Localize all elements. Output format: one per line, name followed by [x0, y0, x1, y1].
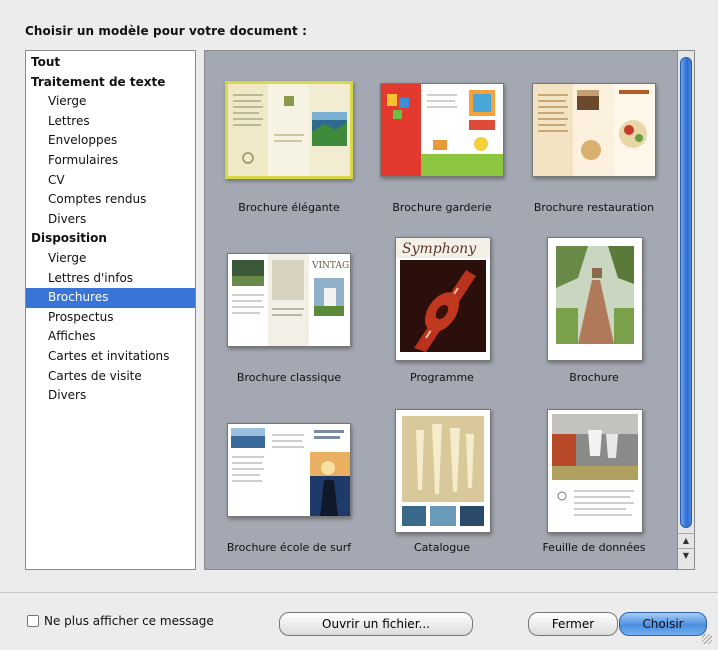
brochure-preview	[548, 238, 642, 360]
sidebar-item-disposition-divers[interactable]: Divers	[26, 386, 195, 406]
sidebar-item-cartes-et-invitations[interactable]: Cartes et invitations	[26, 347, 195, 367]
template-label-feuille-de-donnees[interactable]: Feuille de données	[514, 541, 674, 554]
sidebar-item-lettres[interactable]: Lettres	[26, 112, 195, 132]
sidebar-item-comptes-rendus[interactable]: Comptes rendus	[26, 190, 195, 210]
template-label-brochure-garderie[interactable]: Brochure garderie	[362, 201, 522, 214]
template-label-brochure-elegante[interactable]: Brochure élégante	[209, 201, 369, 214]
template-gallery: Brochure élégante Brochure garderie Broc…	[204, 50, 677, 570]
template-thumb-brochure-restauration[interactable]	[532, 83, 656, 177]
sidebar-item-disposition-vierge[interactable]: Vierge	[26, 249, 195, 269]
choose-button[interactable]: Choisir	[619, 612, 707, 636]
feuille-de-donnees-preview	[548, 410, 642, 532]
brochure-ecole-de-surf-preview	[228, 424, 350, 516]
open-file-button[interactable]: Ouvrir un fichier...	[279, 612, 473, 636]
brochure-elegante-preview	[228, 84, 350, 176]
scrollbar-thumb[interactable]	[680, 57, 692, 528]
vintage-thumb-text: VINTAGE	[311, 261, 350, 271]
brochure-restauration-preview	[533, 84, 655, 176]
template-thumb-brochure-garderie[interactable]	[380, 83, 504, 177]
sidebar-item-cartes-de-visite[interactable]: Cartes de visite	[26, 367, 195, 387]
brochure-garderie-preview	[381, 84, 503, 176]
resize-grip-icon[interactable]	[702, 634, 712, 644]
scroll-up-arrow-icon[interactable]: ▲	[678, 533, 694, 548]
sidebar-item-prospectus[interactable]: Prospectus	[26, 308, 195, 328]
sidebar-item-tout[interactable]: Tout	[26, 53, 195, 73]
template-label-brochure[interactable]: Brochure	[514, 371, 674, 384]
template-label-brochure-classique[interactable]: Brochure classique	[209, 371, 369, 384]
dont-show-again-checkbox[interactable]	[27, 615, 39, 627]
close-button[interactable]: Fermer	[528, 612, 618, 636]
sidebar-item-divers[interactable]: Divers	[26, 210, 195, 230]
sidebar-item-traitement-de-texte[interactable]: Traitement de texte	[26, 73, 195, 93]
sidebar-item-lettres-d-infos[interactable]: Lettres d'infos	[26, 269, 195, 289]
template-thumb-brochure-ecole-de-surf[interactable]	[227, 423, 351, 517]
template-label-brochure-restauration[interactable]: Brochure restauration	[514, 201, 674, 214]
dialog-title: Choisir un modèle pour votre document :	[25, 24, 308, 38]
catalogue-preview	[396, 410, 490, 532]
programme-thumb-text: Symphony	[402, 241, 477, 257]
programme-preview: Symphony	[396, 238, 490, 360]
sidebar-item-cv[interactable]: CV	[26, 171, 195, 191]
category-sidebar: Tout Traitement de texte Vierge Lettres …	[25, 50, 196, 570]
brochure-classique-preview: VINTAGE	[228, 254, 350, 346]
template-thumb-programme[interactable]: Symphony	[395, 237, 491, 361]
scroll-down-arrow-icon[interactable]: ▼	[678, 548, 694, 563]
sidebar-item-brochures[interactable]: Brochures	[26, 288, 195, 308]
sidebar-item-affiches[interactable]: Affiches	[26, 327, 195, 347]
sidebar-item-enveloppes[interactable]: Enveloppes	[26, 131, 195, 151]
gallery-scrollbar[interactable]: ▲ ▼	[677, 50, 695, 570]
template-label-brochure-ecole-de-surf[interactable]: Brochure école de surf	[209, 541, 369, 554]
sidebar-item-vierge[interactable]: Vierge	[26, 92, 195, 112]
dont-show-again-option[interactable]: Ne plus afficher ce message	[27, 614, 214, 628]
footer-divider	[0, 592, 718, 593]
template-thumb-brochure-classique[interactable]: VINTAGE	[227, 253, 351, 347]
dont-show-again-label: Ne plus afficher ce message	[44, 614, 214, 628]
template-thumb-feuille-de-donnees[interactable]	[547, 409, 643, 533]
template-label-catalogue[interactable]: Catalogue	[362, 541, 522, 554]
template-label-programme[interactable]: Programme	[362, 371, 522, 384]
template-thumb-catalogue[interactable]	[395, 409, 491, 533]
template-thumb-brochure[interactable]	[547, 237, 643, 361]
sidebar-item-formulaires[interactable]: Formulaires	[26, 151, 195, 171]
sidebar-item-disposition[interactable]: Disposition	[26, 229, 195, 249]
template-thumb-brochure-elegante[interactable]	[225, 81, 353, 179]
